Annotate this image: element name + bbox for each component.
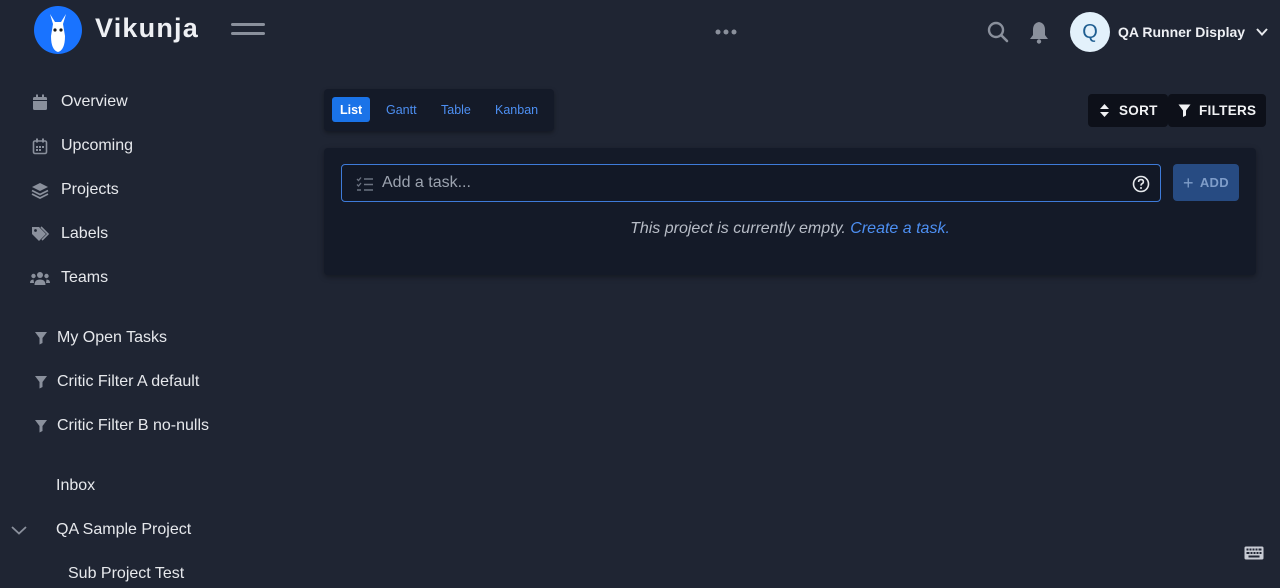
sidebar-item-label: Projects xyxy=(61,181,119,198)
sidebar-item-label: My Open Tasks xyxy=(57,329,167,346)
sidebar-item-teams[interactable]: Teams xyxy=(30,263,108,293)
sidebar-item-overview[interactable]: Overview xyxy=(30,87,128,117)
sidebar-item-labels[interactable]: Labels xyxy=(30,219,108,249)
avatar: Q xyxy=(1070,12,1110,52)
add-task-input[interactable] xyxy=(382,165,1122,201)
sort-icon xyxy=(1100,104,1109,117)
sidebar-filter-critic-a[interactable]: Critic Filter A default xyxy=(34,368,199,396)
layers-icon xyxy=(30,180,50,200)
filters-label: FILTERS xyxy=(1199,103,1257,118)
filters-button[interactable]: FILTERS xyxy=(1168,94,1267,127)
filter-icon xyxy=(1178,104,1191,117)
chevron-down-icon xyxy=(1256,28,1268,36)
sidebar-item-label: Inbox xyxy=(56,477,96,494)
empty-text: This project is currently empty. xyxy=(630,220,846,237)
users-icon xyxy=(30,268,50,288)
sidebar-item-label: Critic Filter A default xyxy=(57,373,200,390)
add-task-button[interactable]: + ADD xyxy=(1173,164,1239,201)
task-list-icon xyxy=(356,177,373,191)
top-navbar: Vikunja Q QA Runner Display xyxy=(0,0,1280,64)
sidebar-item-projects[interactable]: Projects xyxy=(30,175,119,205)
sidebar-item-label: Labels xyxy=(61,225,109,242)
create-task-link[interactable]: Create a task. xyxy=(850,220,950,237)
username: QA Runner Display xyxy=(1118,24,1246,40)
help-circle-icon[interactable] xyxy=(1132,175,1150,193)
sort-label: SORT xyxy=(1119,103,1158,118)
calendar-icon xyxy=(30,136,50,156)
menu-toggle-icon[interactable] xyxy=(231,23,265,41)
sidebar-project-qa-sample[interactable]: QA Sample Project xyxy=(56,516,191,544)
empty-project-message: This project is currently empty. Create … xyxy=(324,220,1256,238)
tab-list[interactable]: List xyxy=(332,97,371,122)
tab-table[interactable]: Table xyxy=(433,97,479,122)
sidebar-item-label: Teams xyxy=(61,269,109,286)
sort-button[interactable]: SORT xyxy=(1088,94,1168,127)
add-label: ADD xyxy=(1199,175,1229,190)
sidebar-filter-critic-b[interactable]: Critic Filter B no-nulls xyxy=(34,412,209,440)
task-list-card: + ADD This project is currently empty. C… xyxy=(324,148,1256,275)
view-switcher: List Gantt Table Kanban xyxy=(324,89,554,131)
user-menu[interactable]: Q QA Runner Display xyxy=(1070,12,1269,52)
sidebar-item-label: Sub Project Test xyxy=(68,565,185,582)
plus-icon: + xyxy=(1183,172,1194,193)
tab-gantt[interactable]: Gantt xyxy=(378,97,425,122)
chevron-down-icon[interactable] xyxy=(10,521,28,539)
sidebar-item-label: QA Sample Project xyxy=(56,521,192,538)
sidebar-item-upcoming[interactable]: Upcoming xyxy=(30,131,133,161)
brand-name: Vikunja xyxy=(95,13,199,43)
tab-kanban[interactable]: Kanban xyxy=(487,97,546,122)
sidebar-item-label: Upcoming xyxy=(61,137,134,154)
llama-logo-icon[interactable] xyxy=(34,6,82,54)
sidebar: Overview Upcoming Projects Labels Teams … xyxy=(0,64,300,582)
filter-icon xyxy=(35,332,47,345)
more-dots-icon[interactable] xyxy=(712,22,740,42)
search-icon[interactable] xyxy=(986,20,1010,44)
sidebar-item-label: Critic Filter B no-nulls xyxy=(57,417,210,434)
sidebar-item-label: Overview xyxy=(61,93,128,110)
sidebar-project-inbox[interactable]: Inbox xyxy=(56,472,95,500)
tags-icon xyxy=(30,224,50,244)
sidebar-filter-my-open-tasks[interactable]: My Open Tasks xyxy=(34,324,167,352)
filter-icon xyxy=(35,376,47,389)
calendar-day-icon xyxy=(30,92,50,112)
filter-icon xyxy=(35,420,47,433)
bell-icon[interactable] xyxy=(1028,20,1050,44)
sidebar-project-sub-project[interactable]: Sub Project Test xyxy=(68,560,184,588)
add-task-field xyxy=(341,164,1161,202)
keyboard-icon[interactable] xyxy=(1244,546,1264,560)
